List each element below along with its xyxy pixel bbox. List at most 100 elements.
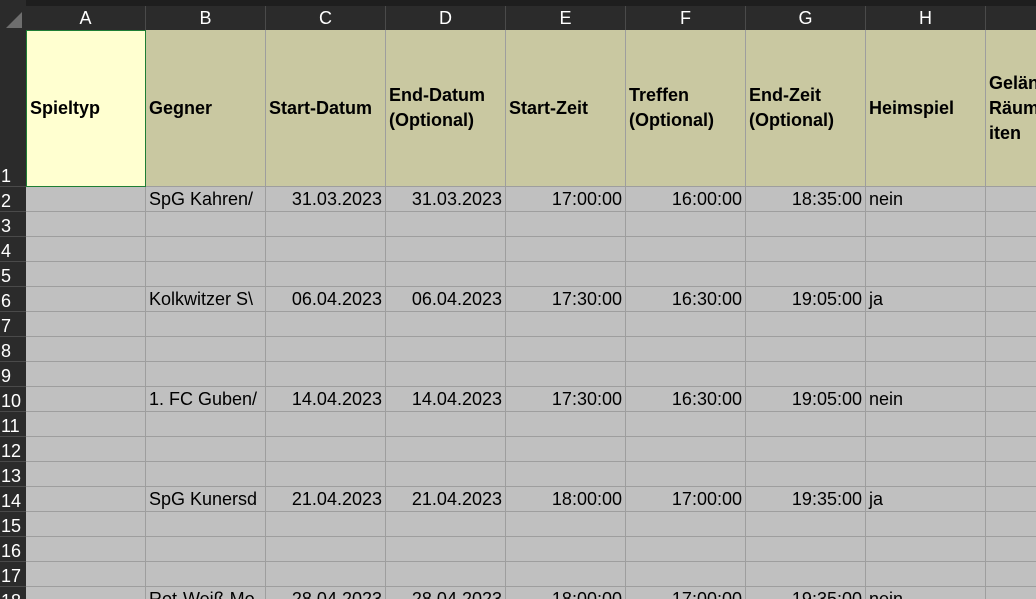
table-cell[interactable] (146, 537, 266, 562)
table-cell[interactable] (746, 237, 866, 262)
table-cell[interactable] (266, 462, 386, 487)
table-cell[interactable]: 19:05:00 (746, 387, 866, 412)
table-cell[interactable]: 18:35:00 (746, 187, 866, 212)
table-cell[interactable]: 17:00:00 (626, 487, 746, 512)
table-cell[interactable] (506, 362, 626, 387)
table-cell[interactable] (866, 562, 986, 587)
column-header-next[interactable] (986, 6, 1036, 30)
table-cell[interactable] (506, 462, 626, 487)
table-cell[interactable] (626, 437, 746, 462)
header-cell[interactable]: Gegner (146, 30, 266, 187)
table-cell[interactable] (386, 212, 506, 237)
table-cell[interactable] (506, 337, 626, 362)
table-cell[interactable] (866, 212, 986, 237)
column-header-f[interactable]: F (626, 6, 746, 30)
table-cell[interactable] (986, 237, 1036, 262)
table-cell[interactable] (146, 462, 266, 487)
table-cell[interactable] (266, 412, 386, 437)
table-cell[interactable] (26, 437, 146, 462)
table-cell[interactable] (386, 362, 506, 387)
table-cell[interactable] (626, 562, 746, 587)
column-header-e[interactable]: E (506, 6, 626, 30)
table-cell[interactable] (506, 437, 626, 462)
table-cell[interactable] (506, 312, 626, 337)
table-cell[interactable]: 31.03.2023 (386, 187, 506, 212)
table-cell[interactable] (386, 237, 506, 262)
row-header-15[interactable]: 15 (0, 512, 26, 537)
row-header-14[interactable]: 14 (0, 487, 26, 512)
row-header-3[interactable]: 3 (0, 212, 26, 237)
table-cell[interactable]: 19:05:00 (746, 287, 866, 312)
table-cell[interactable] (746, 312, 866, 337)
table-cell[interactable] (986, 187, 1036, 212)
row-header-11[interactable]: 11 (0, 412, 26, 437)
table-cell[interactable] (506, 262, 626, 287)
table-cell[interactable] (26, 262, 146, 287)
table-cell[interactable] (506, 412, 626, 437)
header-cell[interactable]: End-Zeit (Optional) (746, 30, 866, 187)
column-header-g[interactable]: G (746, 6, 866, 30)
table-cell[interactable] (986, 362, 1036, 387)
table-cell[interactable] (386, 437, 506, 462)
row-header-2[interactable]: 2 (0, 187, 26, 212)
table-cell[interactable] (866, 537, 986, 562)
table-cell[interactable] (386, 412, 506, 437)
table-cell[interactable] (506, 537, 626, 562)
table-cell[interactable] (986, 287, 1036, 312)
table-cell[interactable] (26, 187, 146, 212)
column-header-h[interactable]: H (866, 6, 986, 30)
table-cell[interactable] (866, 437, 986, 462)
table-cell[interactable] (986, 437, 1036, 462)
row-header-6[interactable]: 6 (0, 287, 26, 312)
table-cell[interactable] (866, 412, 986, 437)
table-cell[interactable] (626, 337, 746, 362)
table-cell[interactable]: 18:00:00 (506, 587, 626, 599)
table-cell[interactable] (146, 362, 266, 387)
table-cell[interactable] (746, 512, 866, 537)
table-cell[interactable] (626, 262, 746, 287)
table-cell[interactable]: 16:30:00 (626, 287, 746, 312)
row-header-1[interactable]: 1 (0, 30, 26, 187)
table-cell[interactable] (26, 562, 146, 587)
table-cell[interactable] (386, 462, 506, 487)
table-cell[interactable] (746, 462, 866, 487)
table-cell[interactable] (26, 412, 146, 437)
table-cell[interactable] (986, 462, 1036, 487)
selected-header-cell[interactable]: Spieltyp (26, 30, 146, 187)
table-cell[interactable]: 06.04.2023 (386, 287, 506, 312)
table-cell[interactable] (26, 237, 146, 262)
table-cell[interactable] (26, 312, 146, 337)
table-cell[interactable]: 21.04.2023 (386, 487, 506, 512)
row-header-5[interactable]: 5 (0, 262, 26, 287)
table-cell[interactable] (506, 212, 626, 237)
table-cell[interactable] (146, 412, 266, 437)
table-cell[interactable] (986, 337, 1036, 362)
table-cell[interactable] (26, 387, 146, 412)
table-cell[interactable] (266, 537, 386, 562)
table-cell[interactable] (26, 487, 146, 512)
table-cell[interactable]: 16:30:00 (626, 387, 746, 412)
table-cell[interactable] (386, 262, 506, 287)
column-header-c[interactable]: C (266, 6, 386, 30)
table-cell[interactable] (266, 362, 386, 387)
table-cell[interactable]: 28.04.2023 (386, 587, 506, 599)
row-header-18[interactable]: 18 (0, 587, 26, 599)
row-header-10[interactable]: 10 (0, 387, 26, 412)
table-cell[interactable] (146, 512, 266, 537)
table-cell[interactable] (626, 212, 746, 237)
table-cell[interactable]: 1. FC Guben/ (146, 387, 266, 412)
table-cell[interactable] (26, 587, 146, 599)
table-cell[interactable]: ja (866, 287, 986, 312)
table-cell[interactable] (626, 512, 746, 537)
header-cell[interactable]: Heimspiel (866, 30, 986, 187)
table-cell[interactable]: 28.04.2023 (266, 587, 386, 599)
table-cell[interactable] (146, 212, 266, 237)
table-cell[interactable] (986, 412, 1036, 437)
header-cell[interactable]: Gelän Räum iten (986, 30, 1036, 187)
table-cell[interactable] (986, 587, 1036, 599)
table-cell[interactable] (626, 237, 746, 262)
header-cell[interactable]: Start-Zeit (506, 30, 626, 187)
table-cell[interactable]: 21.04.2023 (266, 487, 386, 512)
table-cell[interactable] (26, 537, 146, 562)
table-cell[interactable]: SpG Kahren/ (146, 187, 266, 212)
